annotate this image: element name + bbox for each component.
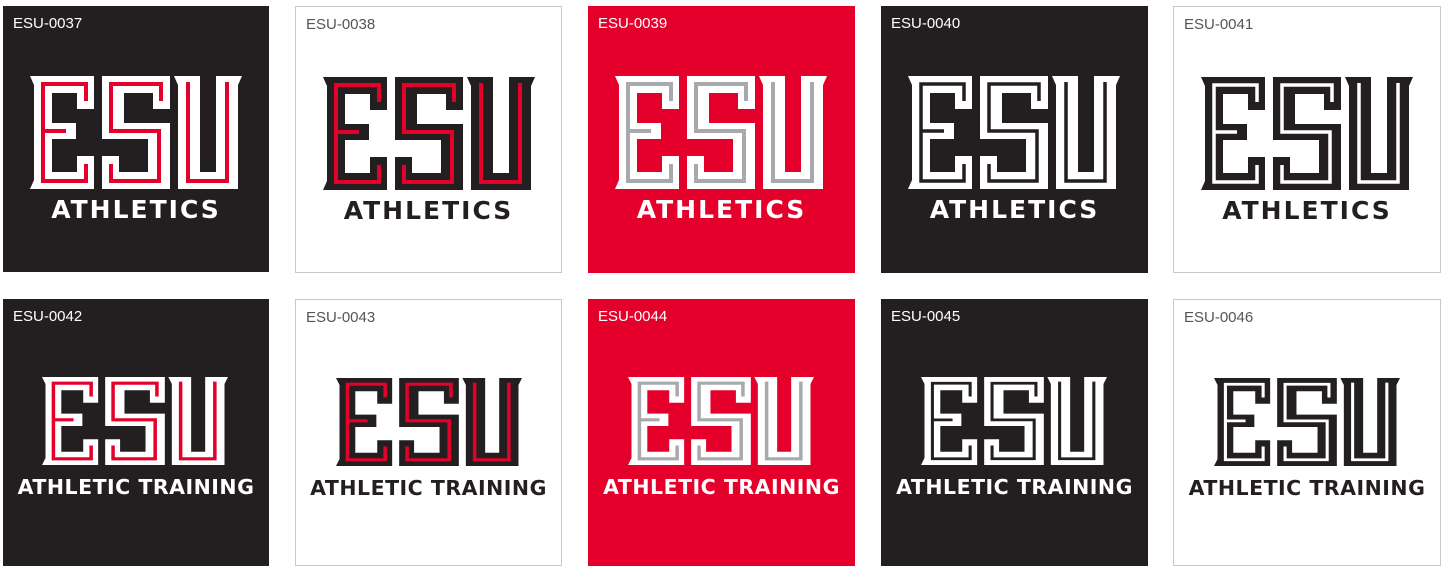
logo-code: ESU-0044 <box>598 308 668 325</box>
logo-code: ESU-0043 <box>306 309 376 326</box>
logo-subtitle: ATHLETICS <box>1222 196 1392 225</box>
esu-logo-icon <box>1201 77 1413 190</box>
logo-tile[interactable]: ESU-0042 ATHLETIC TRAINING <box>3 299 269 566</box>
esu-logo-icon <box>628 377 814 465</box>
esu-logo-icon <box>908 76 1120 189</box>
logo-tile[interactable]: ESU-0045 ATHLETIC TRAINING <box>881 299 1148 566</box>
logo-code: ESU-0039 <box>598 15 668 32</box>
logo-code: ESU-0037 <box>13 15 83 32</box>
logo-subtitle: ATHLETICS <box>343 196 514 225</box>
esu-logo-icon <box>1214 378 1400 466</box>
logo-tile[interactable]: ESU-0044 ATHLETIC TRAINING <box>588 299 855 566</box>
logo-subtitle: ATHLETIC TRAINING <box>896 475 1133 499</box>
logo-code: ESU-0041 <box>1184 16 1254 33</box>
esu-logo-icon <box>615 76 827 189</box>
esu-logo-icon <box>336 378 522 466</box>
logo-subtitle: ATHLETIC TRAINING <box>17 475 255 499</box>
logo-subtitle: ATHLETICS <box>51 195 221 224</box>
logo-subtitle: ATHLETIC TRAINING <box>1188 476 1426 500</box>
logo-tile[interactable]: ESU-0039 ATHLETICS <box>588 6 855 273</box>
logo-code: ESU-0042 <box>13 308 83 325</box>
logo-code: ESU-0038 <box>306 16 376 33</box>
logo-tile[interactable]: ESU-0037 ATHLETICS <box>3 6 269 272</box>
logo-tile[interactable]: ESU-0043 ATHLETIC TRAINING <box>295 299 562 566</box>
logo-tile[interactable]: ESU-0046 ATHLETIC TRAINING <box>1173 299 1441 566</box>
logo-tile[interactable]: ESU-0041 ATHLETICS <box>1173 6 1441 273</box>
logo-subtitle: ATHLETIC TRAINING <box>603 475 840 499</box>
logo-tile[interactable]: ESU-0040 ATHLETICS <box>881 6 1148 273</box>
logo-subtitle: ATHLETICS <box>929 195 1100 224</box>
logo-subtitle: ATHLETICS <box>636 195 807 224</box>
logo-code: ESU-0040 <box>891 15 961 32</box>
logo-code: ESU-0045 <box>891 308 961 325</box>
logo-tile[interactable]: ESU-0038 ATHLETICS <box>295 6 562 273</box>
logo-subtitle: ATHLETIC TRAINING <box>310 476 547 500</box>
esu-logo-icon <box>30 76 242 189</box>
esu-logo-icon <box>921 377 1107 465</box>
esu-logo-icon <box>323 77 535 190</box>
logo-code: ESU-0046 <box>1184 309 1254 326</box>
esu-logo-icon <box>42 377 228 465</box>
